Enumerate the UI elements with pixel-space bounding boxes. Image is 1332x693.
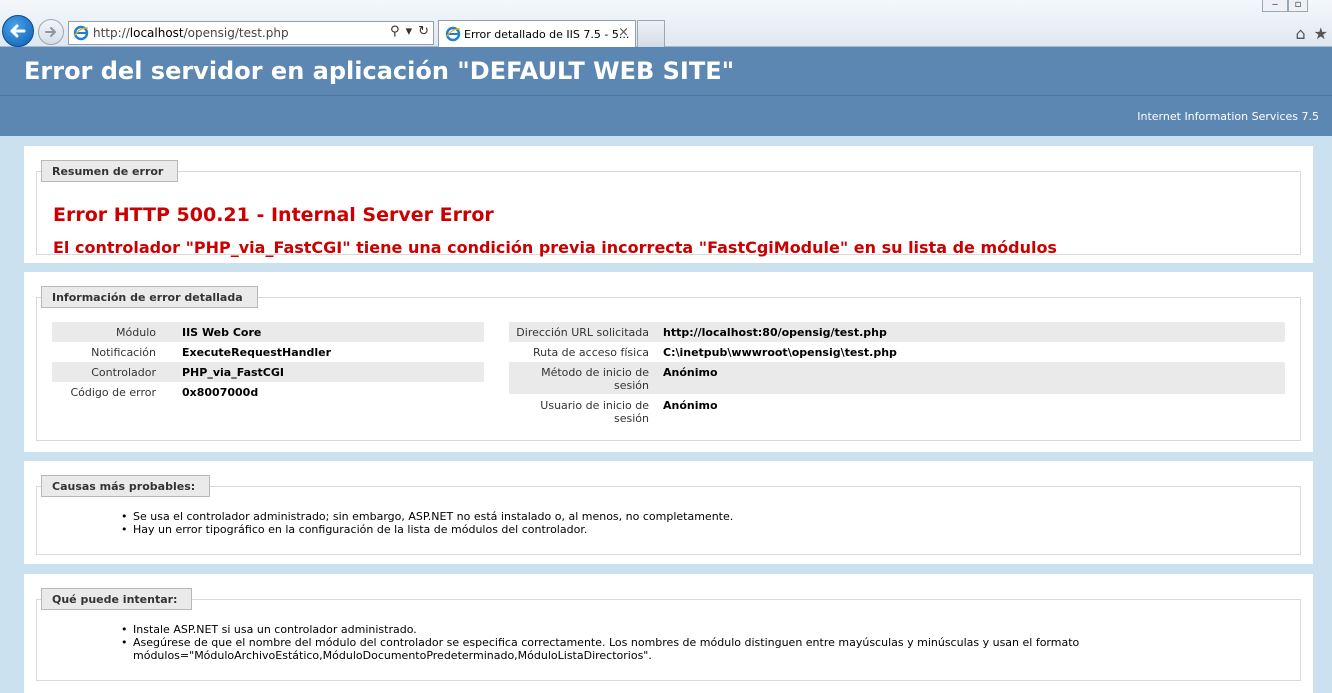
home-icon[interactable]: ⌂ <box>1296 24 1306 43</box>
detail-value: IIS Web Core <box>182 326 262 339</box>
restore-button[interactable]: ▫ <box>1288 0 1308 12</box>
new-tab-button[interactable] <box>637 20 665 47</box>
detail-row: Dirección URL solicitada http://localhos… <box>509 322 1285 342</box>
minimize-button[interactable]: ‒ <box>1262 0 1288 12</box>
actions-list: Instale ASP.NET si usa un controlador ad… <box>121 623 1079 649</box>
detail-value: C:\inetpub\wwwroot\opensig\test.php <box>663 346 897 359</box>
detail-key: Ruta de acceso física <box>533 346 649 359</box>
address-url: http://localhost/opensig/test.php <box>93 26 289 40</box>
back-arrow-icon <box>10 24 26 38</box>
detail-key: Código de error <box>70 386 156 399</box>
details-fieldset: Información de error detallada Módulo II… <box>36 286 1301 441</box>
detail-key: Método de inicio de sesión <box>541 366 649 392</box>
list-item-continuation: módulos="MóduloArchivoEstático,MóduloDoc… <box>133 649 652 662</box>
chevron-down-icon[interactable]: ▾ <box>406 24 413 39</box>
back-button[interactable] <box>2 15 34 47</box>
detail-value: Anónimo <box>663 399 718 412</box>
detail-key: Módulo <box>116 326 156 339</box>
minimize-icon: ‒ <box>1271 0 1279 10</box>
summary-fieldset: Resumen de error Error HTTP 500.21 - Int… <box>36 160 1301 257</box>
browser-toolbar: ‒ ▫ http://localhost/opensig/test.php ⚲ … <box>0 0 1332 47</box>
search-icon[interactable]: ⚲ <box>390 24 400 39</box>
list-item: Asegúrese de que el nombre del módulo de… <box>121 636 1079 649</box>
details-legend: Información de error detallada <box>41 286 258 308</box>
detail-row: Método de inicio de sesión Anónimo <box>509 362 1285 394</box>
detail-row: Ruta de acceso física C:\inetpub\wwwroot… <box>509 342 1285 362</box>
actions-section: Qué puede intentar: Instale ASP.NET si u… <box>24 574 1313 693</box>
detail-row: Código de error 0x8007000d <box>52 382 484 402</box>
ie-page-icon <box>73 25 89 41</box>
detail-key: Usuario de inicio de sesión <box>540 399 649 425</box>
server-name: Internet Information Services 7.5 <box>1137 110 1319 123</box>
causes-section: Causas más probables: Se usa el controla… <box>24 461 1313 564</box>
causes-list: Se usa el controlador administrado; sin … <box>121 510 733 536</box>
causes-fieldset: Causas más probables: Se usa el controla… <box>36 475 1301 555</box>
detail-row: Usuario de inicio de sesión Anónimo <box>509 395 1285 427</box>
detail-row: Módulo IIS Web Core <box>52 322 484 342</box>
forward-button[interactable] <box>38 19 64 45</box>
actions-fieldset: Qué puede intentar: Instale ASP.NET si u… <box>36 588 1301 681</box>
detail-value: Anónimo <box>663 366 718 379</box>
detail-row: Notificación ExecuteRequestHandler <box>52 342 484 362</box>
forward-arrow-icon <box>45 27 56 37</box>
actions-legend: Qué puede intentar: <box>41 588 193 610</box>
detail-value: ExecuteRequestHandler <box>182 346 332 359</box>
close-tab-icon[interactable]: × <box>618 25 629 40</box>
list-item: Se usa el controlador administrado; sin … <box>121 510 733 523</box>
tab-active[interactable]: Error detallado de IIS 7.5 - 5... × <box>438 20 636 47</box>
page-title: Error del servidor en aplicación "DEFAUL… <box>24 57 735 85</box>
detail-key: Controlador <box>91 366 156 379</box>
refresh-icon[interactable]: ↻ <box>418 24 429 39</box>
address-tools: ⚲ ▾ ↻ <box>390 24 429 39</box>
error-message: El controlador "PHP_via_FastCGI" tiene u… <box>53 238 1057 257</box>
detail-value: http://localhost:80/opensig/test.php <box>663 326 887 339</box>
browser-right-icons: ⌂ ★ <box>1296 24 1329 43</box>
favorites-star-icon[interactable]: ★ <box>1314 24 1328 43</box>
detail-key: Dirección URL solicitada <box>516 326 649 339</box>
list-item: Hay un error tipográfico en la configura… <box>121 523 733 536</box>
causes-legend: Causas más probables: <box>41 475 211 497</box>
detail-value: 0x8007000d <box>182 386 259 399</box>
error-code: Error HTTP 500.21 - Internal Server Erro… <box>53 204 494 226</box>
server-banner: Internet Information Services 7.5 <box>0 95 1332 136</box>
detail-row: Controlador PHP_via_FastCGI <box>52 362 484 382</box>
tab-title: Error detallado de IIS 7.5 - 5... <box>464 28 630 41</box>
restore-icon: ▫ <box>1294 0 1302 10</box>
detail-value: PHP_via_FastCGI <box>182 366 284 379</box>
page-header: Error del servidor en aplicación "DEFAUL… <box>0 47 1332 95</box>
list-item: Instale ASP.NET si usa un controlador ad… <box>121 623 1079 636</box>
summary-legend: Resumen de error <box>41 160 179 182</box>
ie-tab-icon <box>445 26 461 42</box>
summary-section: Resumen de error Error HTTP 500.21 - Int… <box>24 146 1313 263</box>
details-section: Información de error detallada Módulo II… <box>24 272 1313 452</box>
detail-key: Notificación <box>91 346 156 359</box>
address-bar[interactable]: http://localhost/opensig/test.php ⚲ ▾ ↻ <box>68 21 434 45</box>
